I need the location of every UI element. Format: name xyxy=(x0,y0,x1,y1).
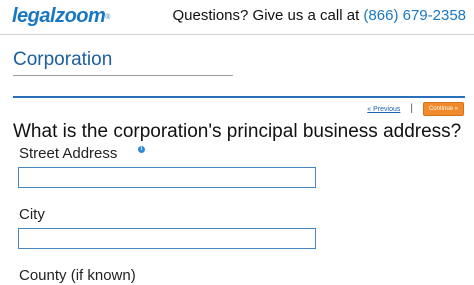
previous-link[interactable]: « Previous xyxy=(367,106,400,113)
phone-number-link[interactable]: (866) 679-2358 xyxy=(363,7,466,24)
step-navigation: « Previous | Continue » xyxy=(367,102,464,116)
header-divider xyxy=(0,34,474,35)
section-divider xyxy=(13,96,465,98)
contact-info: Questions? Give us a call at (866) 679-2… xyxy=(172,6,466,26)
county-label: County (if known) xyxy=(19,267,136,284)
street-address-input[interactable] xyxy=(18,167,316,188)
logo-zoom-text: zoom xyxy=(55,5,106,27)
question-heading: What is the corporation's principal busi… xyxy=(13,121,462,142)
city-label: City xyxy=(19,206,45,223)
logo-legal-text: legal xyxy=(12,5,56,27)
page-title: Corporation xyxy=(13,49,113,70)
legalzoom-logo[interactable]: legalzoom® xyxy=(12,4,110,28)
city-input[interactable] xyxy=(18,228,316,249)
logo-registered-mark: ® xyxy=(105,14,110,21)
info-icon[interactable]: i xyxy=(138,146,145,153)
street-address-label: Street Address xyxy=(19,145,118,162)
title-underline xyxy=(13,75,233,76)
nav-separator: | xyxy=(410,103,413,114)
continue-button[interactable]: Continue » xyxy=(422,102,464,116)
contact-text: Questions? Give us a call at xyxy=(172,7,360,24)
